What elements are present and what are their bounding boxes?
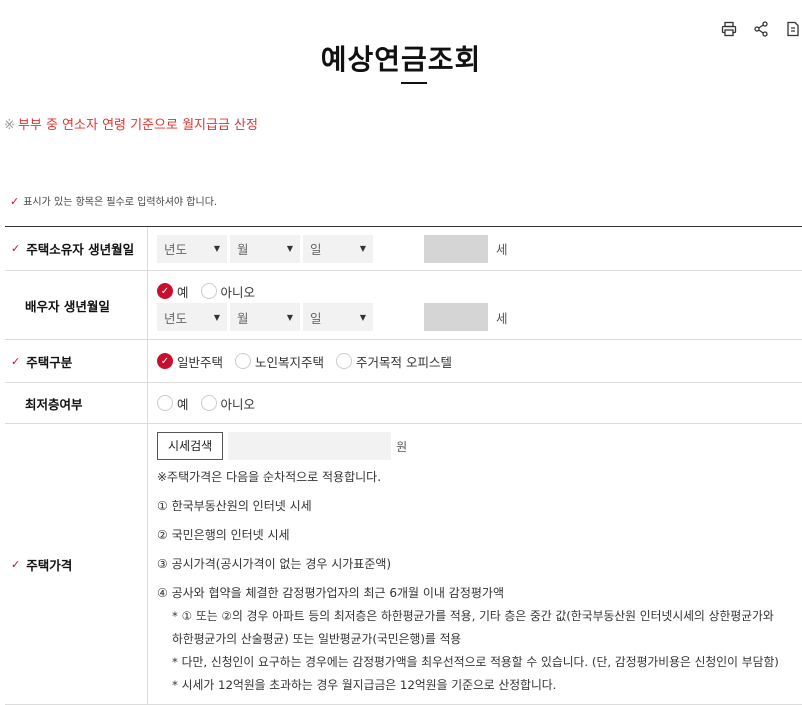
top-floor-no-label: 아니오 [220, 396, 256, 412]
required-check-icon: ✓ [10, 195, 20, 208]
required-check-icon: ✓ [11, 242, 21, 255]
dropdown-arrow-icon: ▼ [213, 244, 220, 253]
price-search-line: 시세검색 원 [157, 432, 802, 460]
spouse-day-select[interactable]: 일 ▼ [303, 303, 373, 331]
owner-month-select[interactable]: 월 ▼ [230, 234, 300, 263]
owner-age-unit: 세 [496, 242, 508, 257]
house-type-officetel-label: 주거목적 오피스텔 [356, 354, 453, 370]
spouse-date-group: 년도 ▼ 월 ▼ 일 ▼ 세 [157, 303, 802, 331]
price-unit: 원 [396, 439, 408, 454]
spouse-age-unit: 세 [496, 310, 508, 326]
price-footnote: * 다만, 신청인이 요구하는 경우에는 감정평가액을 최우선적으로 적용할 수… [172, 655, 779, 669]
price-footnote: 하한평균가의 산술평균) 또는 일반평균가(국민은행)를 적용 [172, 632, 462, 646]
pension-form: ✓ 주택소유자 생년월일 년도 ▼ 월 ▼ 일 ▼ 세 배우자 생년월일 ✓ 예 아니오 … [5, 226, 802, 705]
dropdown-arrow-icon: ▼ [359, 244, 366, 253]
house-type-cell: ✓ 일반주택 노인복지주택 주거목적 오피스텔 [148, 340, 802, 382]
notice-text: 부부 중 연소자 연령 기준으로 월지급금 산정 [17, 118, 258, 133]
radio-checked-icon: ✓ [157, 283, 173, 299]
owner-year-value: 년도 [164, 242, 188, 257]
page-title: 예상연금조회 [320, 43, 482, 76]
top-floor-no-radio[interactable]: 아니오 [200, 394, 256, 413]
bookmark-icon[interactable] [784, 20, 802, 38]
dropdown-arrow-icon: ▼ [286, 244, 293, 253]
price-note-title: ※주택가격은 다음을 순차적으로 적용합니다. [157, 470, 382, 484]
spouse-yes-label: 예 [177, 284, 189, 300]
price-item: ② 국민은행의 인터넷 시세 [157, 528, 290, 542]
dropdown-arrow-icon: ▼ [213, 312, 220, 322]
spouse-birth-label: 배우자 생년월일 [5, 271, 148, 339]
owner-birth-cell: 년도 ▼ 월 ▼ 일 ▼ 세 [148, 227, 802, 270]
owner-year-select[interactable]: 년도 ▼ [157, 234, 227, 263]
radio-unchecked-icon [336, 353, 353, 369]
share-icon[interactable] [752, 20, 770, 38]
spouse-year-value: 년도 [164, 310, 188, 326]
house-type-welfare-radio[interactable]: 노인복지주택 [235, 352, 324, 371]
notice: ※ 부부 중 연소자 연령 기준으로 월지급금 산정 [4, 114, 258, 133]
page-title-wrap: 예상연금조회 [0, 38, 802, 78]
house-type-welfare-label: 노인복지주택 [255, 354, 325, 370]
price-item: ③ 공시가격(공시가격이 없는 경우 시가표준액) [157, 557, 392, 571]
owner-month-value: 월 [237, 242, 249, 257]
required-check-icon: ✓ [11, 557, 21, 571]
spouse-age-field [424, 303, 488, 331]
owner-day-select[interactable]: 일 ▼ [303, 234, 373, 263]
price-footnote: * ① 또는 ②의 경우 아파트 등의 최저층은 하한평균가를 적용, 기타 층… [172, 609, 774, 623]
dropdown-arrow-icon: ▼ [286, 312, 293, 322]
radio-unchecked-icon [200, 395, 217, 411]
house-type-label: ✓ 주택구분 [5, 340, 148, 382]
house-type-label-text: 주택구분 [26, 354, 73, 370]
price-footnote: * 시세가 12억원을 초과하는 경우 월지급금은 12억원을 기준으로 산정합… [172, 678, 557, 692]
row-top-floor: 최저층여부 예 아니오 [5, 383, 802, 424]
house-type-general-radio[interactable]: ✓ 일반주택 [157, 352, 223, 371]
row-house-type: ✓ 주택구분 ✓ 일반주택 노인복지주택 주거목적 오피스텔 [5, 340, 802, 383]
notice-mark: ※ [4, 118, 15, 133]
price-item: ④ 공사와 협약을 체결한 감정평가업자의 최근 6개월 이내 감정평가액 [157, 586, 504, 600]
spouse-no-radio[interactable]: 아니오 [200, 282, 256, 301]
owner-age-field [424, 234, 488, 263]
spouse-birth-cell: ✓ 예 아니오 년도 ▼ 월 ▼ 일 ▼ 세 [148, 271, 802, 339]
owner-birth-label: ✓ 주택소유자 생년월일 [5, 227, 148, 270]
house-type-officetel-radio[interactable]: 주거목적 오피스텔 [336, 352, 452, 371]
spouse-yes-radio[interactable]: ✓ 예 [157, 282, 189, 301]
radio-unchecked-icon [200, 283, 217, 299]
toolbar [720, 20, 802, 38]
price-input[interactable] [228, 432, 392, 460]
top-floor-label-text: 최저층여부 [25, 396, 83, 412]
radio-checked-icon: ✓ [157, 353, 173, 369]
spouse-month-value: 월 [237, 310, 249, 326]
spouse-no-label: 아니오 [220, 284, 256, 300]
spouse-year-select[interactable]: 년도 ▼ [157, 303, 227, 331]
top-floor-label: 최저층여부 [5, 383, 148, 423]
spouse-birth-label-text: 배우자 생년월일 [25, 298, 110, 314]
spouse-day-value: 일 [310, 310, 322, 326]
price-search-button[interactable]: 시세검색 [157, 432, 224, 460]
radio-unchecked-icon [157, 395, 173, 411]
top-floor-cell: 예 아니오 [148, 383, 802, 423]
required-check-icon: ✓ [11, 354, 21, 368]
house-price-label-text: 주택가격 [26, 557, 73, 573]
top-floor-yes-label: 예 [177, 396, 189, 412]
dropdown-arrow-icon: ▼ [359, 312, 366, 322]
house-price-cell: 시세검색 원 ※주택가격은 다음을 순차적으로 적용합니다. ① 한국부동산원의… [148, 424, 802, 704]
required-note-text: 표시가 있는 항목은 필수로 입력하셔야 합니다. [23, 197, 218, 208]
top-floor-yes-radio[interactable]: 예 [157, 394, 189, 413]
house-type-general-label: 일반주택 [177, 354, 224, 370]
owner-day-value: 일 [310, 242, 322, 257]
row-house-price: ✓ 주택가격 시세검색 원 ※주택가격은 다음을 순차적으로 적용합니다. ① 한… [5, 424, 802, 705]
required-note: ✓ 표시가 있는 항목은 필수로 입력하셔야 합니다. [10, 193, 217, 208]
spouse-radio-group: ✓ 예 아니오 [157, 280, 802, 302]
price-item: ① 한국부동산원의 인터넷 시세 [157, 499, 312, 513]
spouse-month-select[interactable]: 월 ▼ [230, 303, 300, 331]
print-icon[interactable] [720, 20, 738, 38]
radio-unchecked-icon [235, 353, 252, 369]
house-price-label: ✓ 주택가격 [5, 424, 148, 704]
row-spouse-birth: 배우자 생년월일 ✓ 예 아니오 년도 ▼ 월 ▼ 일 ▼ 세 [5, 271, 802, 340]
row-owner-birth: ✓ 주택소유자 생년월일 년도 ▼ 월 ▼ 일 ▼ 세 [5, 227, 802, 271]
title-underline [401, 82, 427, 84]
owner-birth-label-text: 주택소유자 생년월일 [26, 242, 135, 257]
